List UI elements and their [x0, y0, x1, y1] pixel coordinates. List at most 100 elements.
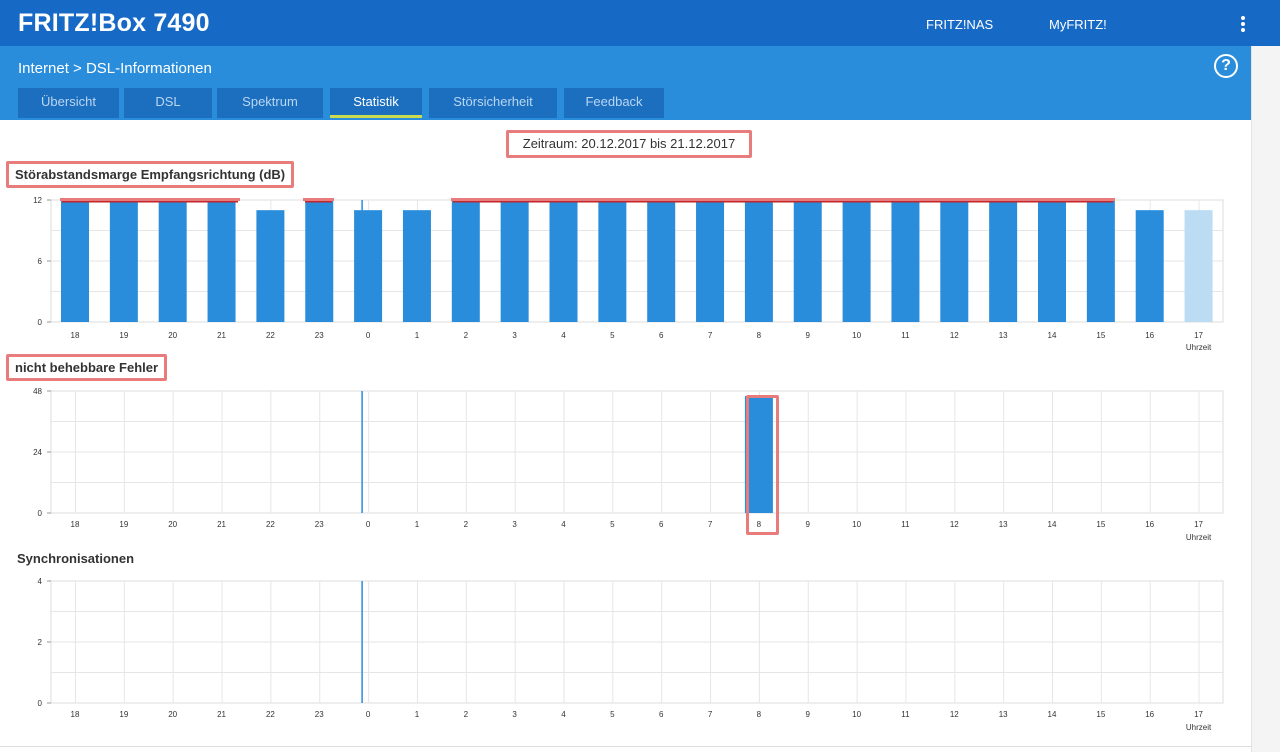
x-tick-label: 19: [119, 710, 128, 719]
y-tick-label: 4: [38, 577, 43, 586]
x-tick-label: 18: [71, 520, 80, 529]
x-tick-label: 4: [561, 710, 566, 719]
x-tick-label: 5: [610, 331, 615, 340]
footer-divider: [0, 746, 1251, 747]
x-tick-label: 9: [806, 520, 811, 529]
bar: [989, 200, 1018, 322]
x-tick-label: 11: [901, 520, 910, 529]
bar: [1086, 200, 1115, 322]
uncorrectable-errors-chart: 0244818 19 20 21 22 23 0 1 2 3 4 5 6 7 8 9 10 11 12 13 14 15 1…: [33, 387, 1224, 542]
x-tick-label: 1: [415, 710, 420, 719]
bar: [549, 200, 578, 322]
x-tick-label: 8: [757, 331, 762, 340]
bar: [1038, 200, 1066, 322]
max-value-highlight: [451, 198, 1115, 201]
brand-title[interactable]: FRITZ!Box 7490: [18, 9, 210, 38]
x-tick-label: 13: [999, 520, 1008, 529]
bar: [598, 200, 627, 322]
x-tick-label: 13: [999, 331, 1008, 340]
x-tick-label: 19: [119, 520, 128, 529]
bar: [109, 200, 138, 322]
x-tick-label: 2: [464, 331, 469, 340]
bar: [500, 200, 529, 322]
y-tick-label: 24: [33, 448, 42, 457]
x-tick-label: 17: [1194, 520, 1203, 529]
x-axis-unit: Uhrzeit: [1186, 533, 1212, 542]
x-tick-label: 3: [512, 710, 517, 719]
y-tick-label: 12: [33, 196, 42, 205]
x-tick-label: 10: [852, 331, 861, 340]
x-tick-label: 5: [610, 710, 615, 719]
x-tick-label: 14: [1048, 710, 1057, 719]
y-tick-label: 6: [38, 257, 43, 266]
kebab-menu-icon[interactable]: [1240, 16, 1246, 34]
tab-feedback[interactable]: Feedback: [564, 88, 664, 118]
x-tick-label: 0: [366, 710, 371, 719]
tab-stoersicherheit[interactable]: Störsicherheit: [429, 88, 557, 118]
x-tick-label: 6: [659, 710, 664, 719]
fritz-nas-link[interactable]: FRITZ!NAS: [926, 17, 993, 32]
bar: [61, 200, 89, 322]
x-tick-label: 21: [217, 520, 226, 529]
tab-dsl[interactable]: DSL: [124, 88, 212, 118]
bar: [1184, 210, 1213, 322]
x-axis-unit: Uhrzeit: [1186, 343, 1212, 352]
x-tick-label: 14: [1048, 331, 1057, 340]
x-tick-label: 20: [168, 710, 177, 719]
x-tick-label: 20: [168, 331, 177, 340]
x-tick-label: 22: [266, 331, 275, 340]
myfritz-link[interactable]: MyFRITZ!: [1049, 17, 1107, 32]
x-tick-label: 18: [71, 710, 80, 719]
y-tick-label: 48: [33, 387, 42, 396]
x-tick-label: 12: [950, 331, 959, 340]
chart-title-sync: Synchronisationen: [17, 551, 135, 566]
bar: [793, 200, 822, 322]
x-tick-label: 0: [366, 520, 371, 529]
bar: [647, 200, 676, 322]
tab-statistik[interactable]: Statistik: [330, 88, 422, 118]
chart-title-snr: Störabstandsmarge Empfangsrichtung (dB): [6, 161, 295, 188]
max-value-marker: [62, 201, 238, 203]
bar: [256, 210, 285, 322]
x-tick-label: 3: [512, 331, 517, 340]
top-header: FRITZ!Box 7490 FRITZ!NAS MyFRITZ!: [0, 0, 1280, 46]
period-label: Zeitraum: 20.12.2017 bis 21.12.2017: [506, 130, 752, 158]
max-value-marker: [305, 201, 332, 203]
sub-header: Internet > DSL-Informationen ? Übersicht…: [0, 46, 1251, 120]
error-bar-highlight: [746, 395, 779, 535]
help-icon[interactable]: ?: [1214, 54, 1238, 78]
x-tick-label: 14: [1048, 520, 1057, 529]
x-tick-label: 16: [1145, 331, 1154, 340]
synchronisations-chart: 02418 19 20 21 22 23 0 1 2 3 4 5 6 7 8 9 10 11 12 13 14 15 16 1…: [38, 577, 1224, 732]
x-tick-label: 3: [512, 520, 517, 529]
x-tick-label: 19: [119, 331, 128, 340]
max-value-highlight: [303, 198, 334, 201]
x-tick-label: 7: [708, 710, 713, 719]
x-tick-label: 10: [852, 520, 861, 529]
x-tick-label: 7: [708, 520, 713, 529]
x-tick-label: 23: [315, 710, 324, 719]
x-tick-label: 5: [610, 520, 615, 529]
x-tick-label: 10: [852, 710, 861, 719]
x-tick-label: 20: [168, 520, 177, 529]
x-tick-label: 18: [71, 331, 80, 340]
window-scrollbar[interactable]: [1251, 46, 1280, 752]
x-tick-label: 12: [950, 710, 959, 719]
x-tick-label: 16: [1145, 520, 1154, 529]
x-tick-label: 11: [901, 710, 910, 719]
x-tick-label: 6: [659, 331, 664, 340]
max-value-highlight: [60, 198, 240, 201]
x-tick-label: 23: [315, 520, 324, 529]
x-tick-label: 23: [315, 331, 324, 340]
tab-uebersicht[interactable]: Übersicht: [18, 88, 119, 118]
tab-spektrum[interactable]: Spektrum: [217, 88, 323, 118]
x-tick-label: 1: [415, 331, 420, 340]
bar: [696, 200, 725, 322]
x-tick-label: 2: [464, 710, 469, 719]
x-tick-label: 9: [806, 331, 811, 340]
x-tick-label: 15: [1096, 710, 1105, 719]
bar: [402, 210, 431, 322]
x-tick-label: 2: [464, 520, 469, 529]
x-tick-label: 15: [1096, 520, 1105, 529]
bar: [891, 200, 920, 322]
